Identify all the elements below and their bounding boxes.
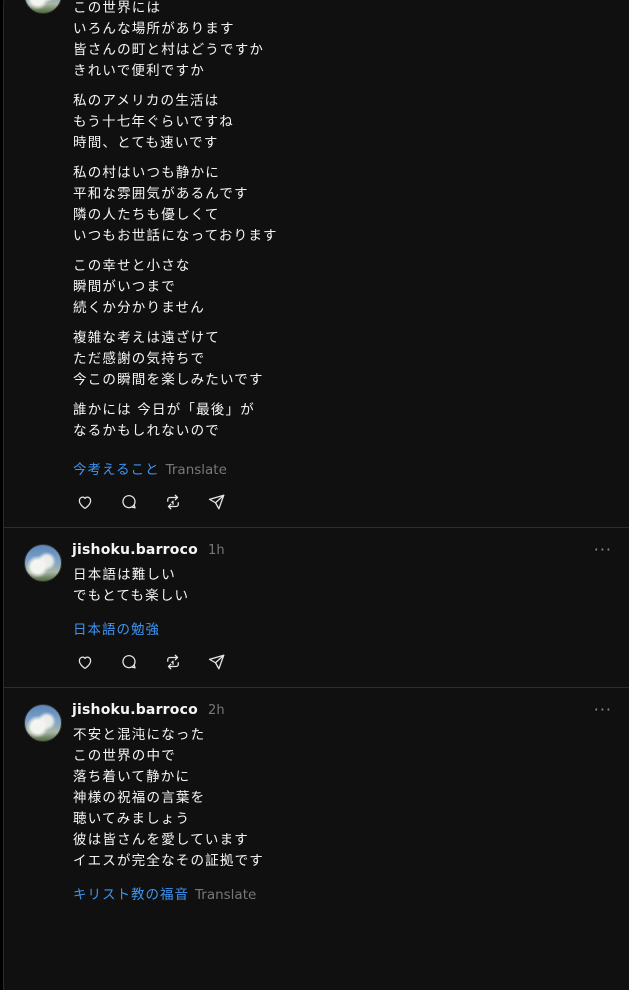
username[interactable]: jishoku.barroco bbox=[72, 702, 198, 718]
more-options-button[interactable]: ··· bbox=[594, 700, 612, 719]
username[interactable]: jishoku.barroco bbox=[72, 542, 198, 558]
text-line: でもとても楽しい bbox=[73, 588, 190, 604]
share-button[interactable] bbox=[206, 651, 228, 673]
text-line: 複雑な考えは遠ざけて bbox=[73, 330, 220, 346]
comment-icon bbox=[122, 654, 136, 669]
translate-link[interactable]: Translate bbox=[195, 887, 256, 903]
repost-button[interactable] bbox=[162, 491, 184, 513]
stanza: 私のアメリカの生活は もう十七年ぐらいですね 時間、とても速いです bbox=[73, 91, 278, 154]
text-line: 隣の人たちも優しくて bbox=[73, 207, 220, 223]
text-line: 皆さんの町と村はどうですか bbox=[73, 42, 265, 58]
topic-tag-row: キリスト教の福音 Translate bbox=[73, 883, 256, 903]
text-line: 誰かには 今日が「最後」が bbox=[73, 402, 255, 418]
stanza: 誰かには 今日が「最後」が なるかもしれないので bbox=[73, 400, 278, 442]
stanza: 複雑な考えは遠ざけて ただ感謝の気持ちで 今この瞬間を楽しみたいです bbox=[73, 328, 278, 391]
post-text: 不安と混沌になった この世界の中で 落ち着いて静かに 神様の祝福の言葉を 聴いて… bbox=[73, 725, 264, 872]
text-line: この世界には bbox=[73, 0, 162, 16]
text-line: 続くか分かりません bbox=[73, 300, 205, 316]
comment-icon bbox=[122, 494, 136, 509]
text-line: この幸せと小さな bbox=[73, 258, 191, 274]
share-button[interactable] bbox=[206, 491, 228, 513]
like-button[interactable] bbox=[74, 651, 96, 673]
stanza: この世界には いろんな場所があります 皆さんの町と村はどうですか きれいで便利で… bbox=[73, 0, 278, 82]
text-line: 瞬間がいつまで bbox=[73, 279, 176, 295]
text-line: 私のアメリカの生活は bbox=[73, 93, 220, 109]
text-line: 落ち着いて静かに bbox=[73, 769, 191, 785]
repost-icon bbox=[167, 654, 179, 670]
share-icon bbox=[208, 654, 225, 670]
like-button[interactable] bbox=[74, 491, 96, 513]
timestamp[interactable]: 2h bbox=[208, 703, 225, 718]
stanza: 私の村はいつも静かに 平和な雰囲気があるんです 隣の人たちも優しくて いつもお世… bbox=[73, 163, 278, 247]
text-line: 私の村はいつも静かに bbox=[73, 165, 220, 181]
text-line: 日本語は難しい bbox=[73, 567, 176, 583]
username-row: jishoku.barroco 2h bbox=[72, 702, 225, 718]
timestamp[interactable]: 1h bbox=[208, 543, 225, 558]
comment-button[interactable] bbox=[118, 491, 140, 513]
text-line: もう十七年ぐらいですね bbox=[73, 114, 234, 130]
more-options-button[interactable]: ··· bbox=[594, 540, 612, 559]
text-line: 今この瞬間を楽しみたいです bbox=[73, 372, 264, 388]
comment-button[interactable] bbox=[118, 651, 140, 673]
repost-icon bbox=[167, 494, 179, 510]
translate-link[interactable]: Translate bbox=[166, 462, 227, 478]
post-divider bbox=[4, 527, 629, 528]
stanza: この幸せと小さな 瞬間がいつまで 続くか分かりません bbox=[73, 256, 278, 319]
heart-icon bbox=[78, 496, 92, 510]
text-line: この世界の中で bbox=[73, 748, 176, 764]
post-divider bbox=[4, 687, 629, 688]
topic-tag[interactable]: 日本語の勉強 bbox=[73, 618, 160, 638]
text-line: イエスが完全なその証拠です bbox=[73, 853, 264, 869]
post-text: 日本語は難しい でもとても楽しい bbox=[73, 565, 189, 607]
text-line: 不安と混沌になった bbox=[73, 727, 206, 743]
avatar[interactable] bbox=[24, 544, 62, 582]
text-line: 神様の祝福の言葉を bbox=[73, 790, 206, 806]
share-icon bbox=[208, 494, 225, 510]
text-line: ただ感謝の気持ちで bbox=[73, 351, 206, 367]
text-line: いろんな場所があります bbox=[73, 21, 235, 37]
username-row: jishoku.barroco 1h bbox=[72, 542, 225, 558]
topic-tag[interactable]: キリスト教の福音 bbox=[73, 887, 189, 903]
text-line: きれいで便利ですか bbox=[73, 63, 205, 79]
text-line: 聴いてみましょう bbox=[73, 811, 191, 827]
topic-tag-row: 今考えること Translate bbox=[73, 458, 227, 478]
topic-tag[interactable]: 今考えること bbox=[73, 462, 160, 478]
text-line: いつもお世話になっております bbox=[73, 228, 278, 244]
text-line: 時間、とても速いです bbox=[73, 135, 219, 151]
text-line: 平和な雰囲気があるんです bbox=[73, 186, 249, 202]
text-line: なるかもしれないので bbox=[73, 423, 220, 439]
text-line: 彼は皆さんを愛しています bbox=[73, 832, 249, 848]
post-text: この世界には いろんな場所があります 皆さんの町と村はどうですか きれいで便利で… bbox=[73, 0, 278, 451]
avatar[interactable] bbox=[24, 704, 62, 742]
heart-icon bbox=[78, 656, 92, 670]
repost-button[interactable] bbox=[162, 651, 184, 673]
